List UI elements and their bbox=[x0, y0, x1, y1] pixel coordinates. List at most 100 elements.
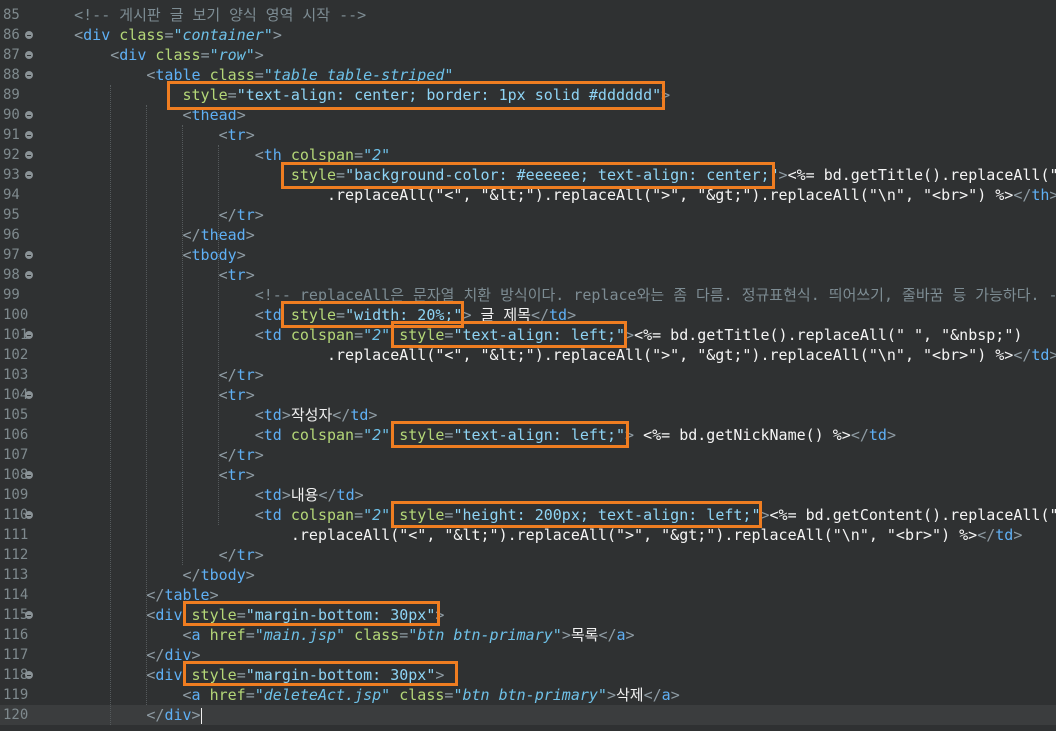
fold-toggle-icon[interactable] bbox=[25, 611, 33, 619]
code-line[interactable]: 98 <tr> bbox=[0, 265, 1056, 285]
line-number: 102 bbox=[3, 347, 29, 363]
code-line[interactable]: 104 <tr> bbox=[0, 385, 1056, 405]
code-line[interactable]: 91 <tr> bbox=[0, 125, 1056, 145]
fold-toggle-icon[interactable] bbox=[25, 131, 33, 139]
fold-toggle-icon[interactable] bbox=[25, 111, 33, 119]
code-line[interactable]: 101 <td colspan="2" style="text-align: l… bbox=[0, 325, 1056, 345]
fold-toggle-icon[interactable] bbox=[25, 391, 33, 399]
fold-toggle-icon[interactable] bbox=[25, 511, 33, 519]
code-line[interactable]: 99 <!-- replaceAll은 문자열 치환 방식이다. replace… bbox=[0, 285, 1056, 305]
code-line[interactable]: 119 <a href="deleteAct.jsp" class="btn b… bbox=[0, 685, 1056, 705]
code-token: > bbox=[272, 26, 282, 44]
code-line[interactable]: 108 <tr> bbox=[0, 465, 1056, 485]
code-line[interactable]: 85 <!-- 게시판 글 보기 양식 영역 시작 --> bbox=[0, 5, 1056, 25]
code-token: <%= bd.getNickName() %> bbox=[634, 426, 851, 444]
code-token: > bbox=[1049, 186, 1056, 204]
code-token: "text-align: left;" bbox=[453, 326, 626, 344]
code-token: 목록 bbox=[570, 626, 599, 644]
code-token: "2" bbox=[363, 146, 391, 164]
code-token: a bbox=[616, 626, 626, 644]
code-token: </ bbox=[318, 486, 337, 504]
fold-toggle-icon[interactable] bbox=[25, 71, 33, 79]
code-token: > bbox=[368, 406, 378, 424]
code-token: = bbox=[336, 166, 346, 184]
code-token: style bbox=[191, 666, 237, 684]
code-token: "2" bbox=[363, 506, 391, 524]
code-line[interactable]: 97 <tbody> bbox=[0, 245, 1056, 265]
code-line[interactable]: 86 <div class="container"> bbox=[0, 25, 1056, 45]
code-token: div bbox=[164, 706, 192, 724]
code-token: > bbox=[625, 626, 635, 644]
code-line[interactable]: 120 </div> bbox=[0, 705, 1056, 725]
code-token: < bbox=[182, 686, 192, 704]
fold-toggle-icon[interactable] bbox=[25, 671, 33, 679]
code-token: </ bbox=[146, 586, 165, 604]
fold-toggle-icon[interactable] bbox=[25, 331, 33, 339]
code-token: 내용 bbox=[290, 486, 319, 504]
fold-toggle-icon[interactable] bbox=[25, 471, 33, 479]
code-line[interactable]: 89 style="text-align: center; border: 1p… bbox=[0, 85, 1056, 105]
code-line[interactable]: 109 <td>내용</td> bbox=[0, 485, 1056, 505]
code-token: tbody bbox=[191, 246, 237, 264]
fold-toggle-icon[interactable] bbox=[25, 171, 33, 179]
indent-guide bbox=[146, 105, 147, 705]
code-line[interactable]: 103 </tr> bbox=[0, 365, 1056, 385]
code-line[interactable]: 94 .replaceAll("<", "&lt;").replaceAll("… bbox=[0, 185, 1056, 205]
code-token: < bbox=[254, 486, 264, 504]
code-line[interactable]: 111 .replaceAll("<", "&lt;").replaceAll(… bbox=[0, 525, 1056, 545]
code-token: td bbox=[263, 486, 282, 504]
code-line[interactable]: 102 .replaceAll("<", "&lt;").replaceAll(… bbox=[0, 345, 1056, 365]
fold-toggle-icon[interactable] bbox=[25, 31, 33, 39]
code-text: <!-- replaceAll은 문자열 치환 방식이다. replace와는 … bbox=[38, 285, 1056, 305]
code-line[interactable]: 107 </tr> bbox=[0, 445, 1056, 465]
code-token: < bbox=[218, 386, 228, 404]
code-line[interactable]: 90 <thead> bbox=[0, 105, 1056, 125]
code-line[interactable]: 118 <div style="margin-bottom: 30px"> bbox=[0, 665, 1056, 685]
code-token: </ bbox=[1013, 186, 1032, 204]
code-token: td bbox=[263, 306, 282, 324]
code-line[interactable]: 112 </tr> bbox=[0, 545, 1056, 565]
fold-toggle-icon[interactable] bbox=[25, 271, 33, 279]
code-token: > bbox=[435, 666, 445, 684]
line-number: 105 bbox=[3, 407, 29, 423]
code-line[interactable]: 93 style="background-color: #eeeeee; tex… bbox=[0, 165, 1056, 185]
line-number: 99 bbox=[3, 287, 20, 303]
code-line[interactable]: 95 </tr> bbox=[0, 205, 1056, 225]
code-line[interactable]: 92 <th colspan="2" bbox=[0, 145, 1056, 165]
code-editor[interactable]: 85 <!-- 게시판 글 보기 양식 영역 시작 --> 86 <div cla… bbox=[0, 0, 1056, 731]
code-token: thead bbox=[191, 106, 237, 124]
code-line[interactable]: 110 <td colspan="2" style="height: 200px… bbox=[0, 505, 1056, 525]
code-line[interactable]: 117 </div> bbox=[0, 645, 1056, 665]
code-line[interactable]: 88 <table class="table table-striped" bbox=[0, 65, 1056, 85]
code-token: <!-- 게시판 글 보기 양식 영역 시작 --> bbox=[74, 6, 367, 24]
code-token: = bbox=[354, 506, 364, 524]
code-line[interactable]: 114 </table> bbox=[0, 585, 1056, 605]
code-line[interactable]: 87 <div class="row"> bbox=[0, 45, 1056, 65]
code-line[interactable]: 96 </thead> bbox=[0, 225, 1056, 245]
code-token: > bbox=[236, 246, 246, 264]
code-token: class bbox=[155, 46, 201, 64]
code-line[interactable]: 106 <td colspan="2" style="text-align: l… bbox=[0, 425, 1056, 445]
fold-toggle-icon[interactable] bbox=[25, 251, 33, 259]
line-number: 107 bbox=[3, 447, 29, 463]
code-token: > bbox=[245, 266, 255, 284]
code-text: <div class="container"> bbox=[38, 25, 282, 45]
code-line[interactable]: 113 </tbody> bbox=[0, 565, 1056, 585]
code-line[interactable]: 116 <a href="main.jsp" class="btn btn-pr… bbox=[0, 625, 1056, 645]
code-line[interactable]: 115 <div style="margin-bottom: 30px"> bbox=[0, 605, 1056, 625]
code-token: = bbox=[254, 66, 264, 84]
fold-toggle-icon[interactable] bbox=[25, 51, 33, 59]
code-line[interactable]: 105 <td>작성자</td> bbox=[0, 405, 1056, 425]
fold-toggle-icon[interactable] bbox=[25, 151, 33, 159]
code-line[interactable]: 100 <td style="width: 20%;"> 글 제목</td> bbox=[0, 305, 1056, 325]
